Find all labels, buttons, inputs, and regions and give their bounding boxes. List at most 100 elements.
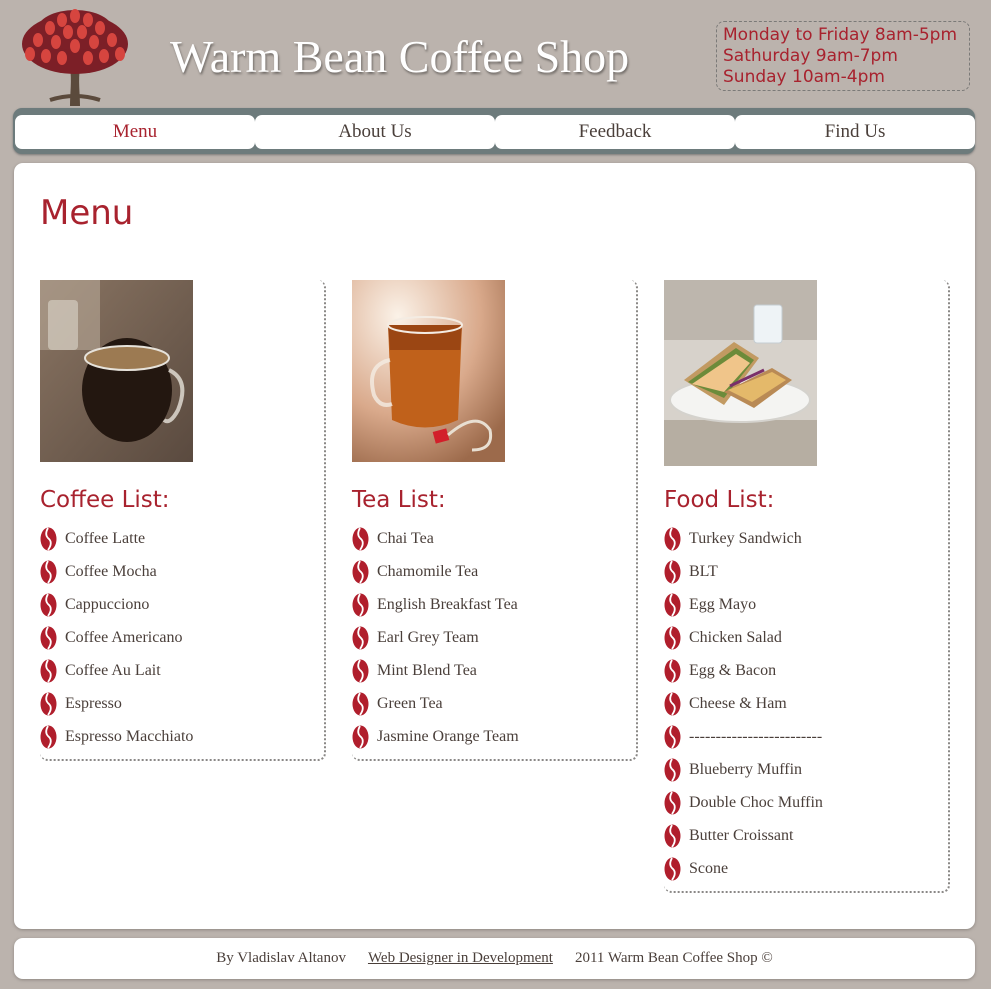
footer-designer-link[interactable]: Web Designer in Development [368, 950, 553, 967]
hours-saturday: Sathurday 9am-7pm [723, 46, 898, 66]
list-item-label: Blueberry Muffin [689, 760, 803, 778]
list-item-label: Coffee Americano [65, 628, 183, 646]
list-item-label: Chamomile Tea [377, 562, 479, 580]
list-item: Scone [664, 852, 948, 885]
nav-item-about-us[interactable]: About Us [255, 115, 495, 149]
coffee-bean-icon [664, 527, 681, 551]
nav-item-feedback[interactable]: Feedback [495, 115, 735, 149]
list-item: Coffee Americano [40, 621, 324, 654]
list-item-label: Espresso [65, 694, 122, 712]
nav-item-find-us[interactable]: Find Us [735, 115, 975, 149]
coffee-bean-icon [664, 791, 681, 815]
list-item-label: Double Choc Muffin [689, 793, 823, 811]
list-item-label: BLT [689, 562, 718, 580]
list-item: Jasmine Orange Team [352, 720, 636, 753]
list-item: Coffee Mocha [40, 555, 324, 588]
coffee-bean-icon [40, 725, 57, 749]
list-item-label: Scone [689, 859, 729, 877]
list-item: BLT [664, 555, 948, 588]
coffee-bean-icon [352, 593, 369, 617]
list-item: Chai Tea [352, 522, 636, 555]
food-list-heading: Food List: [664, 487, 775, 513]
list-item-label: Chicken Salad [689, 628, 782, 646]
coffee-bean-icon [40, 593, 57, 617]
list-item-label: Turkey Sandwich [689, 529, 802, 547]
list-item: Chamomile Tea [352, 555, 636, 588]
hours-weekdays: Monday to Friday 8am-5pm [723, 25, 958, 45]
list-item: Chicken Salad [664, 621, 948, 654]
list-item-label: Coffee Au Lait [65, 661, 161, 679]
coffee-bean-icon [664, 758, 681, 782]
coffee-bean-icon [40, 626, 57, 650]
list-item-label: Cheese & Ham [689, 694, 787, 712]
list-item-label: Cappucciono [65, 595, 150, 613]
coffee-bean-icon [664, 626, 681, 650]
coffee-bean-icon [352, 560, 369, 584]
food-list: Turkey Sandwich BLT Egg Mayo Chicken Sal… [664, 522, 948, 885]
coffee-list-section: Coffee List: Coffee Latte Coffee Mocha C… [40, 280, 326, 761]
list-item: ------------------------- [664, 720, 948, 753]
coffee-bean-icon [352, 626, 369, 650]
coffee-bean-icon [40, 659, 57, 683]
coffee-bean-icon [664, 857, 681, 881]
coffee-bean-icon [664, 593, 681, 617]
list-item-label: Jasmine Orange Team [377, 727, 519, 745]
content-panel: Menu Coffee List: Coffee Latte Coffee Mo… [14, 163, 975, 929]
tea-glass-photo [352, 280, 505, 462]
list-item-label: Egg & Bacon [689, 661, 777, 679]
list-item: Coffee Au Lait [40, 654, 324, 687]
list-item-label: Coffee Latte [65, 529, 146, 547]
main-nav: Menu About Us Feedback Find Us [13, 108, 975, 154]
list-item: Egg & Bacon [664, 654, 948, 687]
list-item: Espresso Macchiato [40, 720, 324, 753]
list-item: English Breakfast Tea [352, 588, 636, 621]
tea-list-heading: Tea List: [352, 487, 446, 513]
tea-list-section: Tea List: Chai Tea Chamomile Tea English… [352, 280, 638, 761]
tea-list: Chai Tea Chamomile Tea English Breakfast… [352, 522, 636, 753]
list-item-label: Espresso Macchiato [65, 727, 194, 745]
footer: By Vladislav Altanov Web Designer in Dev… [14, 938, 975, 979]
coffee-bean-icon [352, 725, 369, 749]
list-item-label: Mint Blend Tea [377, 661, 477, 679]
coffee-list-heading: Coffee List: [40, 487, 170, 513]
list-item: Butter Croissant [664, 819, 948, 852]
page-title: Menu [40, 193, 134, 233]
coffee-bean-icon [664, 659, 681, 683]
list-item: Mint Blend Tea [352, 654, 636, 687]
list-item: Coffee Latte [40, 522, 324, 555]
footer-copyright: 2011 Warm Bean Coffee Shop © [574, 950, 773, 966]
list-item-label: Earl Grey Team [377, 628, 479, 646]
site-title: Warm Bean Coffee Shop [170, 31, 630, 82]
list-item: Blueberry Muffin [664, 753, 948, 786]
list-item-label: Butter Croissant [689, 826, 794, 844]
coffee-bean-icon [40, 560, 57, 584]
list-item: Earl Grey Team [352, 621, 636, 654]
list-item: Cappucciono [40, 588, 324, 621]
coffee-bean-icon [664, 560, 681, 584]
list-item-label: Coffee Mocha [65, 562, 157, 580]
list-item: Turkey Sandwich [664, 522, 948, 555]
list-item: Double Choc Muffin [664, 786, 948, 819]
list-item: Cheese & Ham [664, 687, 948, 720]
sandwich-photo [664, 280, 817, 466]
coffee-bean-icon [664, 824, 681, 848]
list-item-label: Egg Mayo [689, 595, 757, 613]
opening-hours-box: Monday to Friday 8am-5pm Sathurday 9am-7… [716, 21, 970, 91]
hours-sunday: Sunday 10am-4pm [723, 67, 885, 87]
coffee-bean-icon [352, 527, 369, 551]
food-list-section: Food List: Turkey Sandwich BLT Egg Mayo … [664, 280, 950, 893]
coffee-list: Coffee Latte Coffee Mocha Cappucciono Co… [40, 522, 324, 753]
coffee-cup-photo [40, 280, 193, 462]
coffee-bean-icon [352, 659, 369, 683]
list-item-label: Green Tea [377, 694, 443, 712]
coffee-bean-icon [664, 725, 681, 749]
list-item: Egg Mayo [664, 588, 948, 621]
coffee-bean-icon [40, 692, 57, 716]
coffee-bean-icon [40, 527, 57, 551]
coffee-tree-logo [20, 8, 130, 106]
list-item-label: English Breakfast Tea [377, 595, 518, 613]
list-item: Green Tea [352, 687, 636, 720]
nav-item-menu[interactable]: Menu [15, 115, 255, 149]
coffee-bean-icon [664, 692, 681, 716]
list-item-separator: ------------------------- [689, 727, 823, 745]
